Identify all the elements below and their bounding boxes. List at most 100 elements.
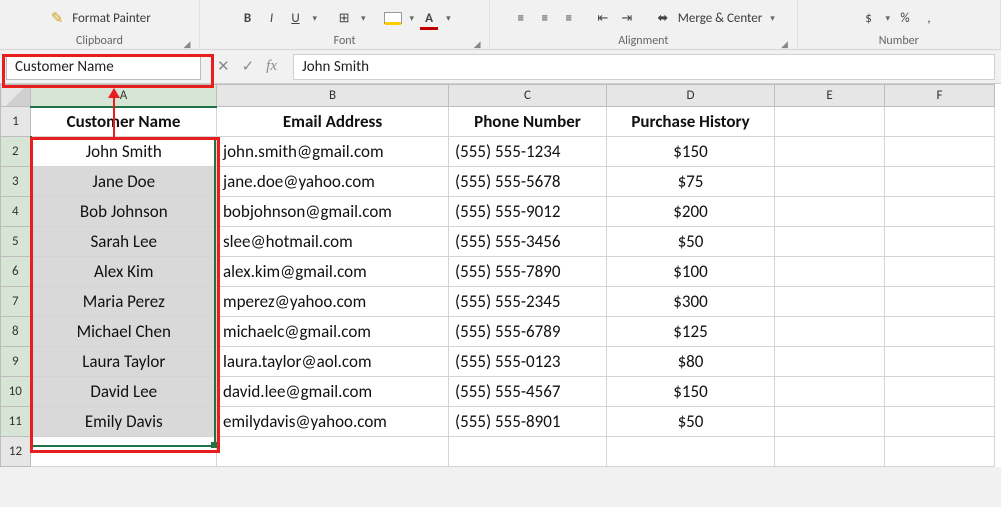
cell[interactable]: Phone Number	[449, 107, 607, 137]
column-header-E[interactable]: E	[775, 85, 885, 107]
chevron-down-icon[interactable]: ▾	[446, 13, 451, 24]
increase-indent-button[interactable]: ⇥	[618, 9, 636, 27]
chevron-down-icon[interactable]: ▾	[770, 13, 775, 24]
cell[interactable]: John Smith	[31, 137, 217, 167]
row-header[interactable]: 3	[1, 167, 31, 197]
cell[interactable]: Michael Chen	[31, 317, 217, 347]
row-header[interactable]: 5	[1, 227, 31, 257]
cell[interactable]: $300	[607, 287, 775, 317]
cell[interactable]	[885, 257, 995, 287]
column-header-D[interactable]: D	[607, 85, 775, 107]
bold-button[interactable]: B	[238, 9, 256, 27]
merge-center-icon[interactable]: ⬌	[654, 9, 672, 27]
cell[interactable]: laura.taylor@aol.com	[217, 347, 449, 377]
cell[interactable]: Emily Davis	[31, 407, 217, 437]
cell[interactable]: jane.doe@yahoo.com	[217, 167, 449, 197]
cell[interactable]	[775, 437, 885, 467]
select-all-cell[interactable]	[1, 85, 31, 107]
cell[interactable]: Alex Kim	[31, 257, 217, 287]
cell[interactable]	[885, 377, 995, 407]
cell[interactable]: (555) 555-3456	[449, 227, 607, 257]
cell[interactable]: David Lee	[31, 377, 217, 407]
cell[interactable]	[449, 437, 607, 467]
cell[interactable]	[885, 317, 995, 347]
cell[interactable]: Sarah Lee	[31, 227, 217, 257]
cell[interactable]	[885, 197, 995, 227]
cell[interactable]: Purchase History	[607, 107, 775, 137]
column-header-F[interactable]: F	[885, 85, 995, 107]
column-header-A[interactable]: A	[31, 85, 217, 107]
accounting-format-button[interactable]: $	[859, 9, 877, 27]
name-box[interactable]: Customer Name	[6, 54, 201, 80]
cell[interactable]	[775, 137, 885, 167]
dialog-launcher-icon[interactable]: ◢	[471, 36, 483, 48]
row-header[interactable]: 8	[1, 317, 31, 347]
cell[interactable]: $50	[607, 407, 775, 437]
cell[interactable]: david.lee@gmail.com	[217, 377, 449, 407]
cell[interactable]: bobjohnson@gmail.com	[217, 197, 449, 227]
cell[interactable]	[885, 137, 995, 167]
comma-format-button[interactable]: ,	[920, 9, 938, 27]
cell[interactable]	[885, 287, 995, 317]
row-header[interactable]: 4	[1, 197, 31, 227]
cell[interactable]	[885, 407, 995, 437]
percent-format-button[interactable]: %	[896, 9, 914, 27]
accept-formula-icon[interactable]: ✓	[242, 57, 255, 76]
cell[interactable]: (555) 555-1234	[449, 137, 607, 167]
cell[interactable]	[217, 437, 449, 467]
cell[interactable]	[775, 287, 885, 317]
row-header[interactable]: 1	[1, 107, 31, 137]
cell[interactable]	[775, 167, 885, 197]
cell[interactable]: $75	[607, 167, 775, 197]
cell[interactable]: $150	[607, 377, 775, 407]
cell[interactable]: slee@hotmail.com	[217, 227, 449, 257]
cell[interactable]	[775, 227, 885, 257]
row-header[interactable]: 9	[1, 347, 31, 377]
align-center-button[interactable]: ≡	[536, 9, 554, 27]
cell[interactable]: (555) 555-4567	[449, 377, 607, 407]
cell[interactable]: $80	[607, 347, 775, 377]
cell[interactable]: Bob Johnson	[31, 197, 217, 227]
border-button[interactable]: ⊞	[335, 9, 353, 27]
dialog-launcher-icon[interactable]: ◢	[779, 36, 791, 48]
chevron-down-icon[interactable]: ▾	[410, 13, 415, 24]
chevron-down-icon[interactable]: ▾	[885, 13, 890, 24]
cell[interactable]: $125	[607, 317, 775, 347]
underline-button[interactable]: U	[286, 9, 304, 27]
cell[interactable]: mperez@yahoo.com	[217, 287, 449, 317]
cell[interactable]: (555) 555-9012	[449, 197, 607, 227]
cell[interactable]: (555) 555-7890	[449, 257, 607, 287]
row-header[interactable]: 7	[1, 287, 31, 317]
cell[interactable]	[885, 167, 995, 197]
row-header[interactable]: 10	[1, 377, 31, 407]
column-header-C[interactable]: C	[449, 85, 607, 107]
format-painter-icon[interactable]: ✎	[48, 9, 66, 27]
row-header[interactable]: 12	[1, 437, 31, 467]
cell[interactable]: emilydavis@yahoo.com	[217, 407, 449, 437]
spreadsheet-grid[interactable]: A B C D E F 1 Customer Name Email Addres…	[0, 84, 1001, 467]
cell[interactable]: $50	[607, 227, 775, 257]
cell[interactable]: $100	[607, 257, 775, 287]
italic-button[interactable]: I	[262, 9, 280, 27]
cell[interactable]	[885, 107, 995, 137]
format-painter-label[interactable]: Format Painter	[72, 11, 151, 26]
row-header[interactable]: 6	[1, 257, 31, 287]
cell[interactable]	[885, 227, 995, 257]
cell[interactable]: (555) 555-2345	[449, 287, 607, 317]
fx-icon[interactable]: fx	[266, 58, 277, 75]
cell[interactable]: alex.kim@gmail.com	[217, 257, 449, 287]
font-color-button[interactable]: A	[420, 9, 438, 27]
cell[interactable]: (555) 555-0123	[449, 347, 607, 377]
align-left-button[interactable]: ≡	[512, 9, 530, 27]
cell[interactable]	[885, 347, 995, 377]
cell[interactable]: Customer Name	[31, 107, 217, 137]
cell[interactable]	[775, 107, 885, 137]
cell[interactable]: Laura Taylor	[31, 347, 217, 377]
cell[interactable]	[775, 407, 885, 437]
cell[interactable]: (555) 555-6789	[449, 317, 607, 347]
cell[interactable]	[775, 257, 885, 287]
row-header[interactable]: 2	[1, 137, 31, 167]
formula-input[interactable]: John Smith	[293, 54, 995, 80]
cell[interactable]: Maria Perez	[31, 287, 217, 317]
cancel-formula-icon[interactable]: ✕	[217, 57, 230, 76]
